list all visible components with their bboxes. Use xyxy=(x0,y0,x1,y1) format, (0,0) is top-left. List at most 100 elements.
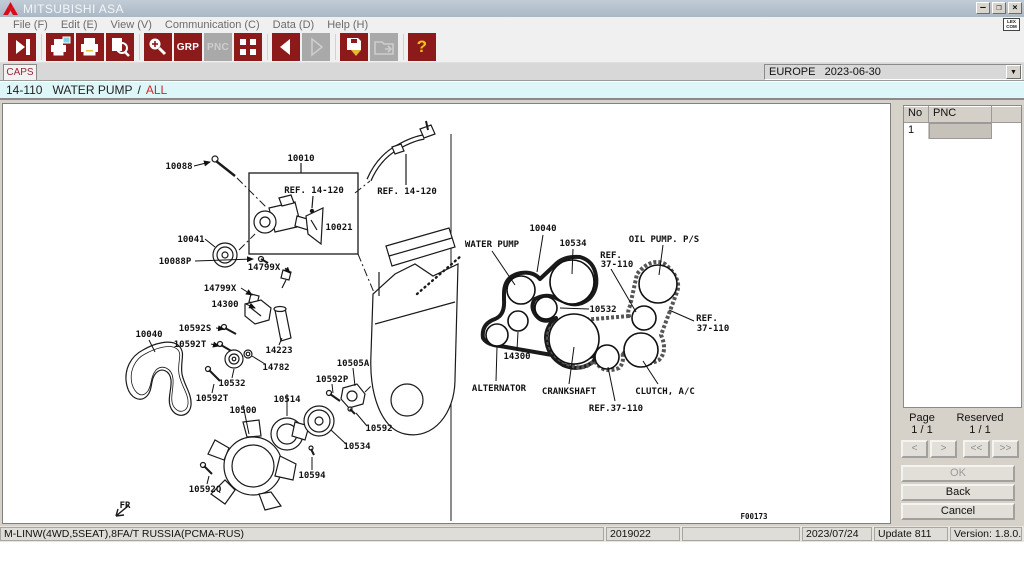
part-label[interactable]: 10505A xyxy=(337,359,370,369)
restore-button[interactable]: ❐ xyxy=(992,2,1006,14)
print-screen-button[interactable] xyxy=(46,33,74,61)
toolbar-separator xyxy=(136,33,144,61)
part-label[interactable]: REF. 14-120 xyxy=(377,187,437,197)
part-label[interactable]: 10594 xyxy=(298,471,326,481)
part-label[interactable]: 10088 xyxy=(165,162,192,172)
part-label[interactable]: 10514 xyxy=(273,395,301,405)
fr-direction-label[interactable]: FR xyxy=(120,501,131,511)
print-preview-button[interactable] xyxy=(106,33,134,61)
crankshaft-pulley xyxy=(549,314,599,364)
close-button[interactable]: × xyxy=(1008,2,1022,14)
help-button[interactable]: ? xyxy=(408,33,436,61)
part-label[interactable]: REF. 14-120 xyxy=(284,186,344,196)
menu-item-view[interactable]: View (V) xyxy=(111,19,152,31)
menu-item-file[interactable]: File (F) xyxy=(13,19,48,31)
reserved-label: Reserved xyxy=(951,412,1009,424)
ok-button: OK xyxy=(901,465,1015,482)
pnc-icon: PNC xyxy=(204,33,232,61)
part-label[interactable]: 10592S xyxy=(179,324,212,334)
part-label[interactable]: 10040 xyxy=(135,330,162,340)
part-label[interactable]: 10088P xyxy=(159,257,192,267)
figure-code-label[interactable]: F00173 xyxy=(740,512,768,521)
belt-label[interactable]: WATER PUMP xyxy=(465,240,520,250)
pnc-col-header: No xyxy=(904,106,929,123)
part-label[interactable]: 14300 xyxy=(211,300,238,310)
work-area: 10088 10010 REF. 14-120 REF. 14-120 10021 100… xyxy=(0,100,1024,526)
back-button[interactable]: Back xyxy=(901,484,1015,501)
part-label[interactable]: 14782 xyxy=(262,363,289,373)
reserved-prev-button[interactable]: << xyxy=(963,440,990,458)
tab-strip: CAPS EUROPE 2023-06-30 ▼ xyxy=(0,63,1024,81)
toolbar-separator xyxy=(38,33,46,61)
part-label[interactable]: 10592Q xyxy=(189,485,222,495)
belt-label[interactable]: CRANKSHAFT xyxy=(542,387,597,397)
part-label[interactable]: 10041 xyxy=(177,235,204,245)
belt-label[interactable]: 10532 xyxy=(589,305,616,315)
table-row[interactable]: 1 xyxy=(904,123,1021,139)
page-prev-button[interactable]: < xyxy=(901,440,928,458)
back-button[interactable] xyxy=(272,33,300,61)
pager: Page Reserved 1 / 1 1 / 1 <><<>> xyxy=(893,412,1024,436)
row-no: 1 xyxy=(904,123,929,139)
alternator-pulley xyxy=(486,324,508,346)
part-label[interactable]: 10010 xyxy=(287,154,314,164)
grp-icon: GRP xyxy=(174,33,202,61)
minimize-button[interactable]: – xyxy=(976,2,990,14)
window-background xyxy=(0,542,1024,566)
belt-label[interactable]: REF.37-110 xyxy=(589,404,643,414)
scope-link[interactable]: ALL xyxy=(146,83,167,97)
belt-label[interactable]: 37-110 xyxy=(601,260,634,270)
dropdown-arrow-icon[interactable]: ▼ xyxy=(1006,65,1021,79)
reserved-next-button[interactable]: >> xyxy=(992,440,1019,458)
part-label[interactable]: 10592T xyxy=(174,340,207,350)
menu-bar: File (F) Edit (E) View (V) Communication (C… xyxy=(0,17,1024,32)
status-segment-1: 2019022 xyxy=(606,527,680,541)
pnc-table[interactable]: NoPNC 1 xyxy=(903,105,1022,408)
oil-pump-pulley xyxy=(639,265,677,303)
cancel-button[interactable]: Cancel xyxy=(901,503,1015,520)
page-next-button[interactable]: > xyxy=(930,440,957,458)
open-button xyxy=(370,33,398,61)
belt-label[interactable]: ALTERNATOR xyxy=(472,384,527,394)
belt-label[interactable]: REF. xyxy=(696,314,718,324)
pnc-col-header xyxy=(992,106,1021,123)
part-label[interactable]: 10500 xyxy=(229,406,256,416)
region-date-dropdown[interactable]: EUROPE 2023-06-30 ▼ xyxy=(764,64,1022,80)
menu-item-edit[interactable]: Edit (E) xyxy=(61,19,98,31)
print-button[interactable] xyxy=(76,33,104,61)
part-label[interactable]: 10021 xyxy=(325,223,352,233)
save-button[interactable] xyxy=(340,33,368,61)
belt-label[interactable]: 10534 xyxy=(559,239,587,249)
pnc-table-header: NoPNC xyxy=(904,106,1021,123)
belt-label[interactable]: OIL PUMP. P/S xyxy=(629,235,699,245)
lexcom-badge-icon[interactable]: LEX COM xyxy=(1003,18,1020,31)
belt-label[interactable]: CLUTCH, A/C xyxy=(635,387,695,397)
part-label[interactable]: 10534 xyxy=(343,442,371,452)
part-label[interactable]: 10592P xyxy=(316,375,349,385)
toolbar-separator xyxy=(332,33,340,61)
part-label[interactable]: 14799X xyxy=(204,284,237,294)
status-segment-2 xyxy=(682,527,800,541)
diagram-canvas[interactable]: 10088 10010 REF. 14-120 REF. 14-120 10021 100… xyxy=(2,103,891,524)
belt-label[interactable]: 14300 xyxy=(503,352,530,362)
belt-label[interactable]: 10040 xyxy=(529,224,556,234)
part-label[interactable]: 14799X xyxy=(248,263,281,273)
grp-button[interactable]: GRP xyxy=(174,33,202,61)
application-window: { "window": { "title": "MITSUBISHI ASA",… xyxy=(0,0,1024,566)
grid-button[interactable] xyxy=(234,33,262,61)
window-title: MITSUBISHI ASA xyxy=(23,2,124,16)
menu-item-help[interactable]: Help (H) xyxy=(327,19,368,31)
zoom-button[interactable] xyxy=(144,33,172,61)
belt-label[interactable]: 37-110 xyxy=(697,324,730,334)
pnc-col-header: PNC xyxy=(929,106,992,123)
part-label[interactable]: 10592 xyxy=(365,424,392,434)
exit-button[interactable] xyxy=(8,33,36,61)
pnc-button: PNC xyxy=(204,33,232,61)
part-label[interactable]: 10532 xyxy=(218,379,245,389)
part-label[interactable]: 10592T xyxy=(196,394,229,404)
tab-caps[interactable]: CAPS xyxy=(3,64,37,80)
menu-item-communication[interactable]: Communication (C) xyxy=(165,19,260,31)
idler-14300 xyxy=(508,311,528,331)
menu-item-data[interactable]: Data (D) xyxy=(273,19,315,31)
part-label[interactable]: 14223 xyxy=(265,346,292,356)
